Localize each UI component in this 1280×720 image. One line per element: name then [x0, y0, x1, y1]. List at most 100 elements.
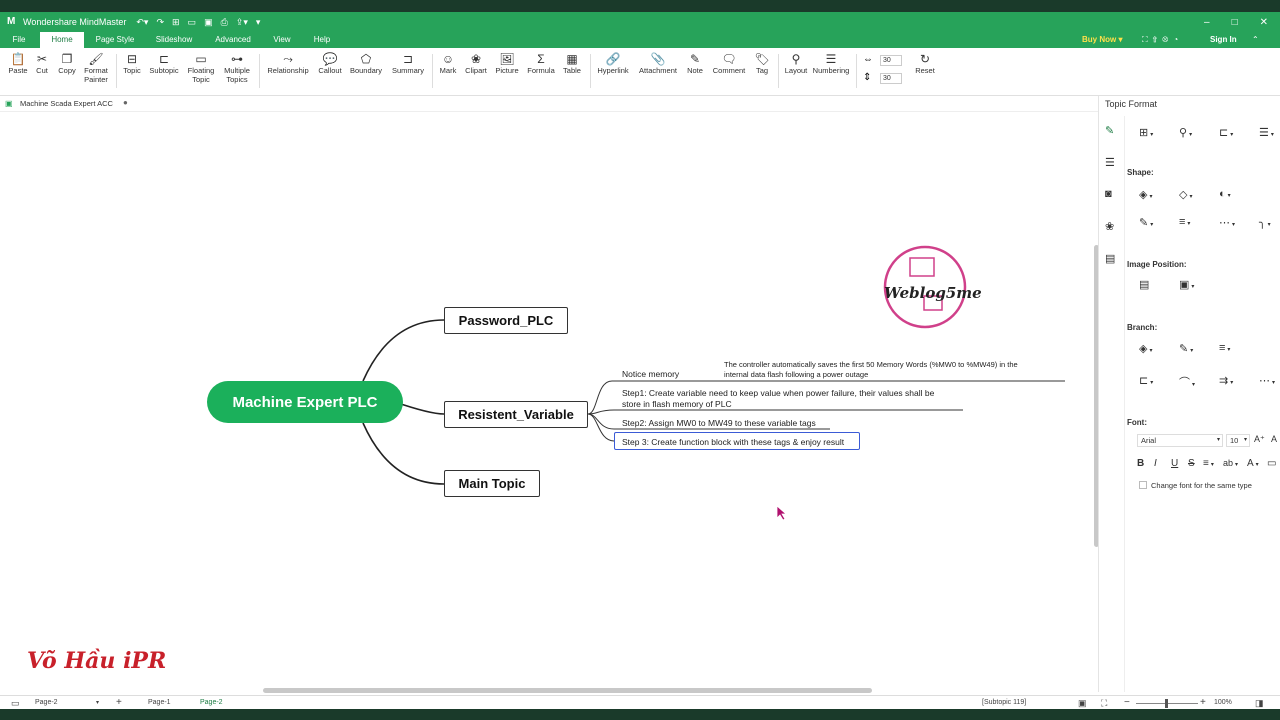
align-icon[interactable]: ≡ ▾ [1203, 458, 1214, 469]
tab-home[interactable]: Home [40, 32, 84, 48]
border-color-icon[interactable]: ✎ ▾ [1139, 216, 1153, 229]
attachment-button[interactable]: 📎 Attachment [636, 52, 680, 75]
export-icon[interactable]: ⇪▾ [236, 17, 248, 28]
paste-button[interactable]: 📋 Paste [6, 52, 30, 75]
page-view-icon[interactable]: ▭ [11, 698, 20, 709]
topic-main-topic[interactable]: Main Topic [444, 470, 540, 497]
callout-button[interactable]: 💬 Callout [314, 52, 346, 75]
page-tab-2[interactable]: Page-2 [200, 699, 223, 706]
tab-file[interactable]: File [4, 32, 34, 48]
floating-topic-button[interactable]: ▭ Floating Topic [184, 52, 218, 84]
icon-library-icon[interactable]: ◙ [1105, 188, 1112, 200]
tag-button[interactable]: 🏷 Tag [752, 52, 772, 75]
fullscreen-view-icon[interactable]: ⛶ [1101, 698, 1107, 709]
share-icon[interactable]: ⇧ [1153, 35, 1163, 44]
branch-curve-icon[interactable]: ⌒ ▾ [1179, 374, 1195, 390]
reset-button[interactable]: ↻ Reset [912, 52, 938, 75]
cut-button[interactable]: ✂ Cut [32, 52, 52, 75]
format-pen-icon[interactable]: ✎ [1105, 124, 1114, 137]
page-tab-1[interactable]: Page-1 [148, 699, 171, 706]
underline-icon[interactable]: U [1171, 458, 1178, 469]
clipart-panel-icon[interactable]: ❀ [1105, 220, 1114, 233]
summary-button[interactable]: ⊐ Summary [388, 52, 428, 75]
bell-icon[interactable]: ◔ [1173, 35, 1183, 44]
highlight-icon[interactable]: ab ▾ [1223, 458, 1238, 468]
print-icon[interactable]: ⎙ [221, 17, 228, 28]
topic-resistent-variable[interactable]: Resistent_Variable [444, 401, 588, 428]
hyperlink-button[interactable]: 🔗 Hyperlink [594, 52, 632, 75]
page-select[interactable]: Page-2 [35, 699, 58, 706]
multiple-topics-button[interactable]: ⊶ Multiple Topics [220, 52, 254, 84]
redo-icon[interactable]: ↷ [156, 17, 164, 28]
add-page-icon[interactable]: + [116, 697, 122, 708]
horizontal-spacing-input[interactable]: 30 [880, 55, 902, 66]
decrease-font-icon[interactable]: A [1271, 434, 1277, 444]
new-icon[interactable]: ⊞ [172, 17, 180, 28]
tab-close-icon[interactable]: ● [123, 98, 128, 107]
layout-button[interactable]: ⚲ Layout [782, 52, 810, 75]
border-weight-icon[interactable]: ≡ ▾ [1179, 216, 1190, 228]
picture-button[interactable]: 🖼 Picture [492, 52, 522, 75]
tree-structure-icon[interactable]: ⚲ ▾ [1179, 126, 1192, 139]
image-left-icon[interactable]: ▤ [1139, 278, 1149, 291]
save-icon[interactable]: ▣ [204, 17, 213, 28]
subtopic-step3[interactable]: Step 3: Create function block with these… [622, 437, 844, 447]
tab-slideshow[interactable]: Slideshow [148, 32, 200, 48]
page-select-chevron-icon[interactable]: ▾ [96, 699, 99, 706]
zoom-in-icon[interactable]: + [1200, 697, 1206, 708]
format-painter-button[interactable]: 🖌 Format Painter [80, 52, 112, 84]
fit-page-icon[interactable]: ▣ [1078, 698, 1087, 709]
copy-button[interactable]: ❐ Copy [56, 52, 78, 75]
layout-structure-icon[interactable]: ⊞ ▾ [1139, 126, 1153, 139]
link-icon[interactable]: ⊗ [1162, 35, 1173, 44]
numbering-button[interactable]: ☰ Numbering [810, 52, 852, 75]
branch-fill-icon[interactable]: ◈ ▾ [1139, 342, 1152, 355]
text-box-icon[interactable]: ▭ [1267, 458, 1276, 469]
branch-arrow-icon[interactable]: ⇉ ▾ [1219, 374, 1233, 387]
strikethrough-icon[interactable]: S [1188, 458, 1195, 469]
buy-now-button[interactable]: Buy Now ▾ [1082, 32, 1122, 48]
branch-color-icon[interactable]: ✎ ▾ [1179, 342, 1193, 355]
vertical-spacing-input[interactable]: 30 [880, 73, 902, 84]
note-button[interactable]: ✎ Note [684, 52, 706, 75]
topic-button[interactable]: ⊟ Topic [120, 52, 144, 75]
zoom-out-icon[interactable]: − [1124, 697, 1130, 708]
formula-button[interactable]: Σ Formula [524, 52, 558, 75]
collapse-ribbon-icon[interactable]: ⌃ [1252, 32, 1259, 48]
outline-list-icon[interactable]: ☰ [1105, 156, 1115, 169]
shape-type-icon[interactable]: ◐ ▾ [1219, 188, 1231, 200]
maximize-button[interactable]: □ [1232, 17, 1238, 28]
horizontal-scrollbar[interactable] [263, 688, 872, 693]
subtopic-button[interactable]: ⊏ Subtopic [146, 52, 182, 75]
comment-button[interactable]: 🗨 Comment [709, 52, 749, 75]
subtopic-step2[interactable]: Step2: Assign MW0 to MW49 to these varia… [622, 418, 816, 428]
clipart-button[interactable]: ❀ Clipart [462, 52, 490, 75]
panel-toggle-icon[interactable]: ◨ [1255, 698, 1264, 709]
shape-style-icon[interactable]: ◇ ▾ [1179, 188, 1192, 201]
image-position-icon[interactable]: ▣ ▾ [1179, 278, 1194, 291]
tab-advanced[interactable]: Advanced [208, 32, 258, 48]
topic-password-plc[interactable]: Password_PLC [444, 307, 568, 334]
text-color-icon[interactable]: A ▾ [1247, 458, 1259, 469]
font-size-select[interactable]: 10 ▾ [1226, 434, 1250, 447]
branch-connector-icon[interactable]: ⊏ ▾ [1139, 374, 1153, 387]
central-topic[interactable]: Machine Expert PLC [207, 381, 403, 423]
subtopic-step1-line2[interactable]: store in flash memory of PLC [622, 399, 732, 409]
minimize-button[interactable]: – [1204, 17, 1210, 28]
corner-style-icon[interactable]: ╮ ▾ [1259, 216, 1271, 229]
fullscreen-icon[interactable]: ⛶ [1142, 35, 1153, 44]
subtopic-notice-memory[interactable]: Notice memory [622, 369, 679, 379]
subtopic-notice-detail-line1[interactable]: The controller automatically saves the f… [724, 360, 1018, 370]
zoom-slider-handle[interactable] [1165, 699, 1168, 708]
change-font-checkbox[interactable] [1139, 481, 1147, 489]
more-icon[interactable]: ▾ [256, 17, 261, 28]
font-family-select[interactable]: Arial ▾ [1137, 434, 1223, 447]
zoom-level[interactable]: 100% [1214, 699, 1232, 706]
open-icon[interactable]: ▭ [188, 17, 197, 28]
task-icon[interactable]: ▤ [1105, 252, 1115, 265]
branch-dash-icon[interactable]: ⋯ ▾ [1259, 374, 1275, 387]
mark-button[interactable]: ☺ Mark [436, 52, 460, 75]
subtopic-step1-line1[interactable]: Step1: Create variable need to keep valu… [622, 388, 934, 398]
fill-color-icon[interactable]: ◈ ▾ [1139, 188, 1152, 201]
relationship-button[interactable]: ⤳ Relationship [264, 52, 312, 75]
